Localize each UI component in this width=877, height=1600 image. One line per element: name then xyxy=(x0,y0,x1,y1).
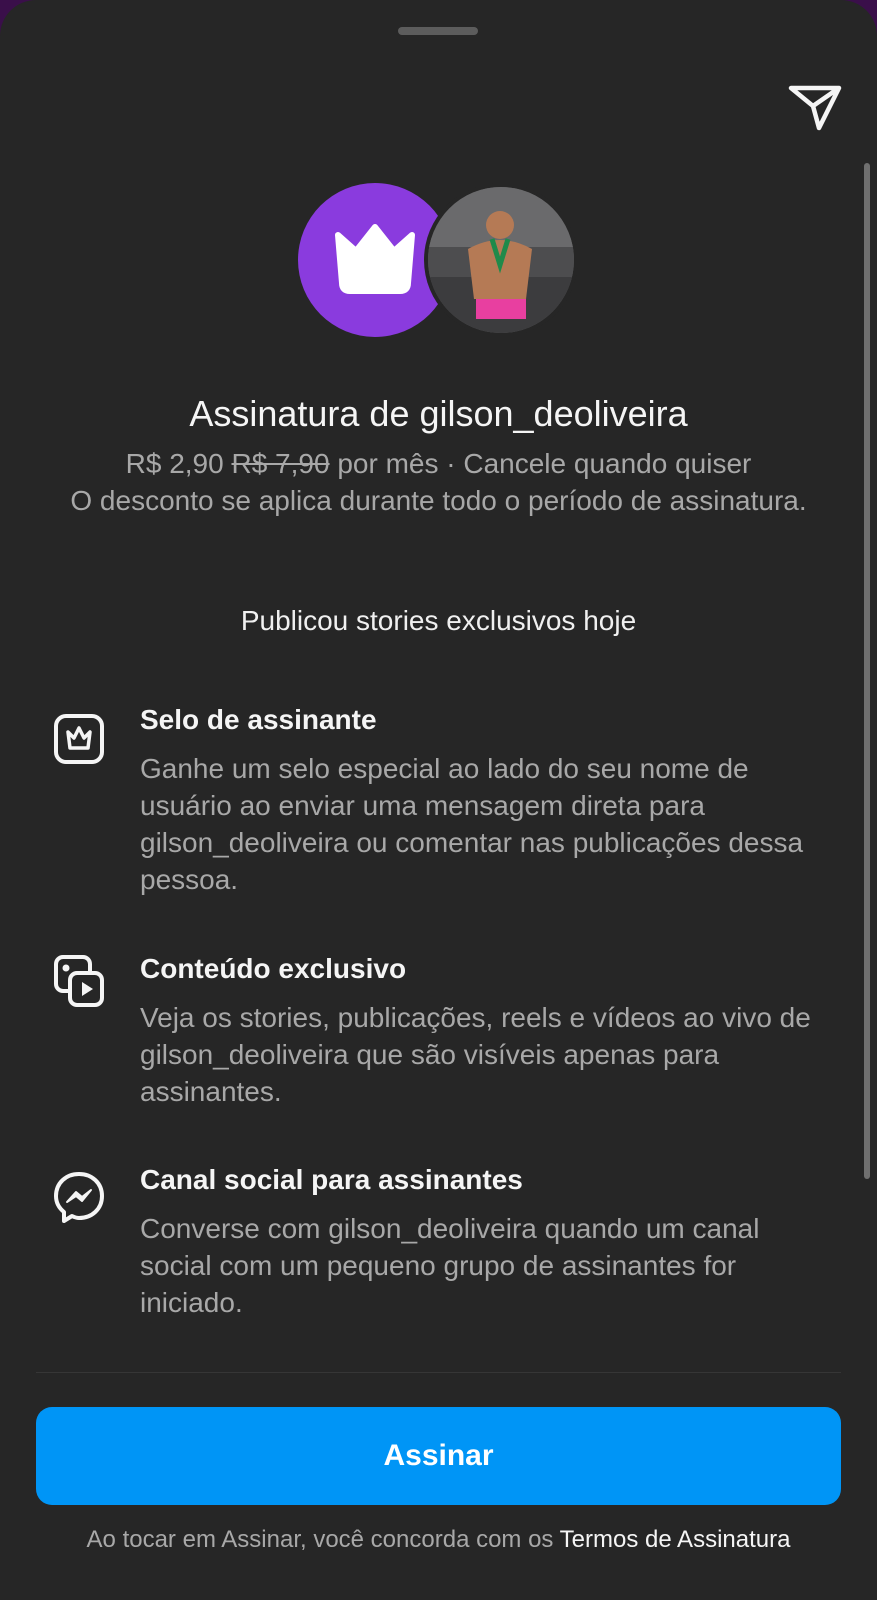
price-suffix: por mês · Cancele quando quiser xyxy=(329,448,752,479)
terms-prefix: Ao tocar em Assinar, você concorda com o… xyxy=(86,1526,560,1553)
discount-note: O desconto se aplica durante todo o perí… xyxy=(70,485,807,516)
subscription-sheet: Assinatura de gilson_deoliveira R$ 2,90 … xyxy=(0,0,877,1600)
avatar[interactable] xyxy=(424,183,578,337)
send-icon[interactable] xyxy=(787,82,843,132)
messenger-icon xyxy=(52,1170,110,1228)
feature-title: Selo de assinante xyxy=(140,704,377,735)
divider xyxy=(36,1372,841,1373)
feature-title: Canal social para assinantes xyxy=(140,1164,523,1195)
feature-description: Veja os stories, publicações, reels e ví… xyxy=(140,1002,811,1107)
subscribe-button[interactable]: Assinar xyxy=(36,1407,841,1505)
feature-description: Converse com gilson_deoliveira quando um… xyxy=(140,1213,760,1318)
activity-note: Publicou stories exclusivos hoje xyxy=(240,605,637,636)
crown-icon xyxy=(335,224,415,294)
old-price: R$ 7,90 xyxy=(231,448,330,479)
terms-note: Ao tocar em Assinar, você concorda com o… xyxy=(60,1524,817,1556)
scrollbar[interactable] xyxy=(864,163,870,1179)
feature-title: Conteúdo exclusivo xyxy=(140,953,407,984)
terms-link[interactable]: Termos de Assinatura xyxy=(560,1526,791,1553)
drag-handle[interactable] xyxy=(398,27,478,35)
price-info: R$ 2,90 R$ 7,90 por mês · Cancele quando… xyxy=(60,445,817,519)
subscription-title: Assinatura de gilson_deoliveira xyxy=(189,393,688,434)
feature-description: Ganhe um selo especial ao lado do seu no… xyxy=(140,753,804,895)
exclusive-content-icon xyxy=(52,953,110,1011)
current-price: R$ 2,90 xyxy=(125,448,224,479)
badge-crown-icon xyxy=(52,712,110,770)
